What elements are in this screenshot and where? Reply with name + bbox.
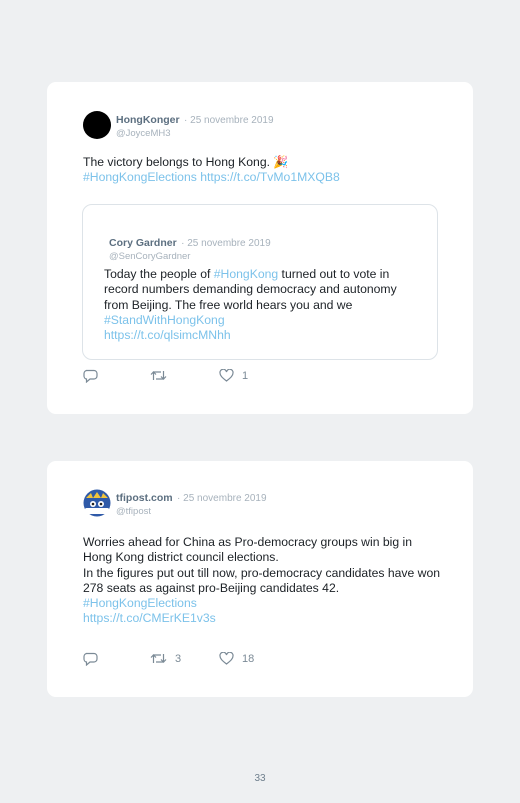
like-button[interactable]: 18 [219,652,254,665]
url-link[interactable]: https://t.co/qlsimcMNhh [104,328,231,342]
author-name[interactable]: HongKonger [116,114,180,126]
quoted-text-part: Today the people of [104,267,214,281]
author-name[interactable]: tfipost.com [116,492,173,504]
tweet-actions: 3 18 [83,652,443,668]
tweet-card[interactable]: tfipost.com · 25 novembre 2019 @tfipost … [47,461,473,697]
like-count: 18 [242,652,255,665]
tweet-header: HongKonger · 25 novembre 2019 @JoyceMH3 [116,112,274,140]
tweet-text: Worries ahead for China as Pro-democracy… [83,535,443,627]
reply-button[interactable] [83,652,98,666]
tweet-text-line: Worries ahead for China as Pro-democracy… [83,535,412,565]
page-number: 33 [254,773,266,784]
retweet-icon [150,652,167,665]
retweet-count: 3 [175,652,182,665]
tweet-date[interactable]: · 25 novembre 2019 [177,493,267,504]
url-link[interactable]: https://t.co/TvMo1MXQB8 [200,170,340,184]
heart-icon [219,652,234,665]
quoted-tweet-text: Today the people of #HongKong turned out… [104,267,413,343]
tweet-header: tfipost.com · 25 novembre 2019 @tfipost [116,490,267,518]
reply-icon [83,369,98,383]
hashtag-link[interactable]: #HongKongElections [83,170,197,184]
hashtag-link[interactable]: #HongKongElections [83,596,197,610]
tweet-text: The victory belongs to Hong Kong. 🎉 #Hon… [83,155,443,186]
quoted-author-name[interactable]: Cory Gardner [109,237,177,249]
quoted-tweet[interactable]: Cory Gardner · 25 novembre 2019 @SenCory… [82,204,438,360]
hashtag-link[interactable]: #HongKong [214,267,278,281]
avatar[interactable] [83,111,111,139]
tweet-date[interactable]: · 25 novembre 2019 [184,115,274,126]
like-button[interactable]: 1 [219,369,248,382]
retweet-icon [150,369,167,382]
url-link[interactable]: https://t.co/CMErKE1v3s [83,611,216,625]
retweet-button[interactable] [150,369,175,382]
tweet-text-line: In the figures put out till now, pro-dem… [83,565,441,595]
retweet-button[interactable]: 3 [150,652,181,665]
author-handle[interactable]: @tfipost [116,505,267,518]
avatar[interactable] [83,489,111,517]
reply-icon [83,652,98,666]
quoted-tweet-header: Cory Gardner · 25 novembre 2019 @SenCory… [109,235,271,263]
reply-button[interactable] [83,369,98,383]
heart-icon [219,369,234,382]
tfipost-logo [83,489,111,517]
tweet-actions: 1 [83,369,443,385]
author-handle[interactable]: @JoyceMH3 [116,127,274,140]
tweet-text-content: The victory belongs to Hong Kong. 🎉 [83,155,289,169]
quoted-tweet-date: · 25 novembre 2019 [181,238,271,249]
quoted-author-handle[interactable]: @SenCoryGardner [109,250,271,263]
tweet-card[interactable]: HongKonger · 25 novembre 2019 @JoyceMH3 … [47,82,473,414]
like-count: 1 [242,369,249,382]
hashtag-link[interactable]: #StandWithHongKong [104,313,225,327]
